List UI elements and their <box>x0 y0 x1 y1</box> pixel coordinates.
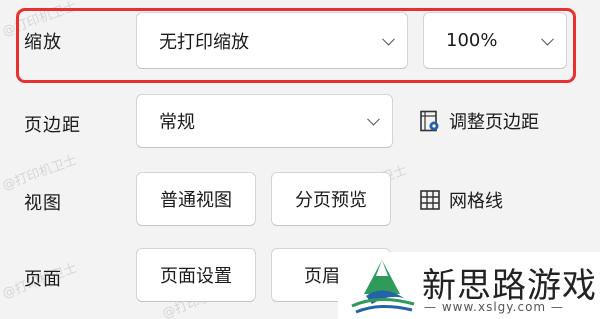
adjust-margins-label: 调整页边距 <box>449 112 539 133</box>
page-setup-label: 页面设置 <box>160 266 232 287</box>
page-margins-icon <box>420 110 439 132</box>
adjust-margins-button[interactable]: 调整页边距 <box>419 108 539 134</box>
zoom-row: 缩放 无打印缩放 100% <box>0 10 600 70</box>
view-label: 视图 <box>24 193 62 214</box>
page-setup-button[interactable]: 页面设置 <box>136 248 256 302</box>
zoom-scale-value: 无打印缩放 <box>159 31 249 53</box>
chevron-down-icon <box>541 32 554 46</box>
view-row: 视图 普通视图 分页预览 网格线 <box>0 172 600 232</box>
page-break-preview-label: 分页预览 <box>295 190 367 211</box>
margins-label: 页边距 <box>24 115 81 136</box>
margins-row: 页边距 常规 调整页边距 <box>0 94 600 154</box>
chevron-down-icon <box>382 32 395 46</box>
margins-value: 常规 <box>159 112 195 133</box>
zoom-scale-dropdown[interactable]: 无打印缩放 <box>136 12 408 69</box>
site-logo: 新思路游戏 — www.xslgy.com — <box>338 252 600 319</box>
chevron-down-icon <box>367 112 380 126</box>
page-break-preview-button[interactable]: 分页预览 <box>271 172 391 226</box>
zoom-percent-dropdown[interactable]: 100% <box>423 12 567 69</box>
mountain-logo-icon <box>351 260 415 314</box>
normal-view-button[interactable]: 普通视图 <box>136 172 256 226</box>
grid-icon <box>420 190 440 210</box>
gridlines-toggle[interactable]: 网格线 <box>419 187 503 213</box>
normal-view-label: 普通视图 <box>160 190 232 211</box>
logo-subtitle: — www.xslgy.com — <box>424 300 564 314</box>
gridlines-label: 网格线 <box>449 191 503 212</box>
margins-dropdown[interactable]: 常规 <box>136 94 393 148</box>
zoom-label: 缩放 <box>24 32 62 53</box>
page-label: 页面 <box>24 269 62 290</box>
zoom-percent-value: 100% <box>446 30 498 51</box>
